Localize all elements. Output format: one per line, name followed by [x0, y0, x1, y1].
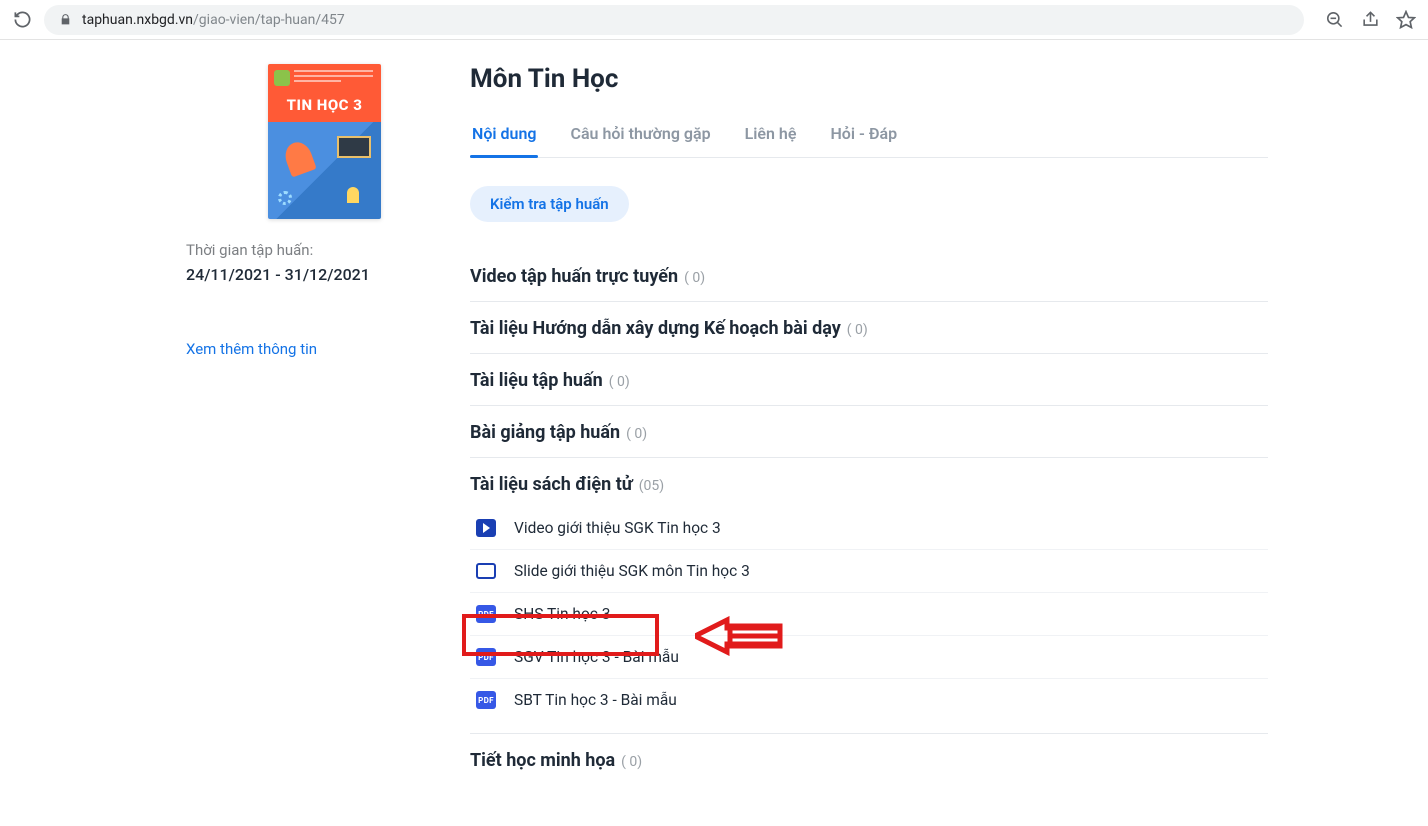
section-title: Tài liệu sách điện tử — [470, 474, 633, 495]
annotation-arrow-icon — [695, 616, 785, 656]
section-title: Bài giảng tập huấn — [470, 422, 620, 443]
section-lesson-plan-guide[interactable]: Tài liệu Hướng dẫn xây dựng Kế hoạch bài… — [470, 302, 1268, 354]
ebook-item-label: Slide giới thiệu SGK môn Tin học 3 — [514, 562, 750, 580]
lock-icon — [58, 13, 72, 27]
slide-icon — [476, 562, 496, 580]
section-training-lectures[interactable]: Bài giảng tập huấn ( 0) — [470, 406, 1268, 458]
training-period-label: Thời gian tập huấn: — [186, 241, 470, 259]
url-host: taphuan.nxbgd.vn — [82, 12, 193, 28]
sidebar: TIN HỌC 3 Thời gian tập huấn: 24/11/2021… — [0, 64, 470, 785]
url-path: /giao-vien/tap-huan/457 — [193, 12, 345, 28]
section-title: Video tập huấn trực tuyến — [470, 266, 678, 287]
take-test-button[interactable]: Kiểm tra tập huấn — [470, 186, 629, 222]
tab-qa[interactable]: Hỏi - Đáp — [828, 116, 899, 157]
ebook-list: Video giới thiệu SGK Tin học 3 Slide giớ… — [470, 501, 1268, 721]
section-title: Tiết học minh họa — [470, 750, 615, 771]
tabs: Nội dung Câu hỏi thường gặp Liên hệ Hỏi … — [470, 116, 1268, 158]
play-icon — [476, 519, 496, 537]
ebook-item-sbt[interactable]: PDF SBT Tin học 3 - Bài mẫu — [470, 679, 1268, 721]
star-icon[interactable] — [1396, 10, 1416, 30]
main-content: Môn Tin Học Nội dung Câu hỏi thường gặp … — [470, 64, 1428, 785]
section-online-video[interactable]: Video tập huấn trực tuyến ( 0) — [470, 250, 1268, 302]
section-count: ( 0) — [621, 754, 642, 770]
section-count: (05) — [639, 478, 664, 494]
address-bar[interactable]: taphuan.nxbgd.vn/giao-vien/tap-huan/457 — [44, 5, 1304, 35]
book-cover-title: TIN HỌC 3 — [268, 96, 381, 114]
pdf-icon: PDF — [476, 648, 496, 666]
ebook-item-label: Video giới thiệu SGK Tin học 3 — [514, 519, 721, 537]
pdf-icon: PDF — [476, 691, 496, 709]
ebook-item-sgv[interactable]: PDF SGV Tin học 3 - Bài mẫu — [470, 636, 1268, 679]
section-title: Tài liệu tập huấn — [470, 370, 603, 391]
more-info-link[interactable]: Xem thêm thông tin — [186, 340, 470, 358]
ebook-item-label: SBT Tin học 3 - Bài mẫu — [514, 691, 677, 709]
zoom-out-icon[interactable] — [1324, 10, 1344, 30]
ebook-item-video[interactable]: Video giới thiệu SGK Tin học 3 — [470, 507, 1268, 550]
tab-content[interactable]: Nội dung — [470, 116, 538, 157]
browser-toolbar: taphuan.nxbgd.vn/giao-vien/tap-huan/457 — [0, 0, 1428, 40]
page-title: Môn Tin Học — [470, 64, 1268, 94]
tab-contact[interactable]: Liên hệ — [743, 116, 799, 157]
section-title: Tài liệu Hướng dẫn xây dựng Kế hoạch bài… — [470, 318, 841, 339]
section-training-materials[interactable]: Tài liệu tập huấn ( 0) — [470, 354, 1268, 406]
tab-faq[interactable]: Câu hỏi thường gặp — [568, 116, 712, 157]
url-text: taphuan.nxbgd.vn/giao-vien/tap-huan/457 — [82, 12, 345, 28]
reload-icon[interactable] — [12, 10, 32, 30]
ebook-item-label: SGV Tin học 3 - Bài mẫu — [514, 648, 679, 666]
section-list: Video tập huấn trực tuyến ( 0) Tài liệu … — [470, 250, 1268, 785]
ebook-item-shs[interactable]: PDF SHS Tin học 3 — [470, 593, 1268, 636]
ebook-item-label: SHS Tin học 3 — [514, 605, 610, 623]
page-body: TIN HỌC 3 Thời gian tập huấn: 24/11/2021… — [0, 40, 1428, 785]
section-ebooks[interactable]: Tài liệu sách điện tử (05) — [470, 458, 1268, 501]
section-count: ( 0) — [684, 270, 705, 286]
share-icon[interactable] — [1360, 10, 1380, 30]
section-sample-lesson[interactable]: Tiết học minh họa ( 0) — [470, 733, 1268, 785]
section-count: ( 0) — [626, 426, 647, 442]
book-cover: TIN HỌC 3 — [268, 64, 381, 219]
section-count: ( 0) — [609, 374, 630, 390]
pdf-icon: PDF — [476, 605, 496, 623]
ebook-item-slide[interactable]: Slide giới thiệu SGK môn Tin học 3 — [470, 550, 1268, 593]
training-period-value: 24/11/2021 - 31/12/2021 — [186, 265, 470, 284]
section-count: ( 0) — [847, 322, 868, 338]
